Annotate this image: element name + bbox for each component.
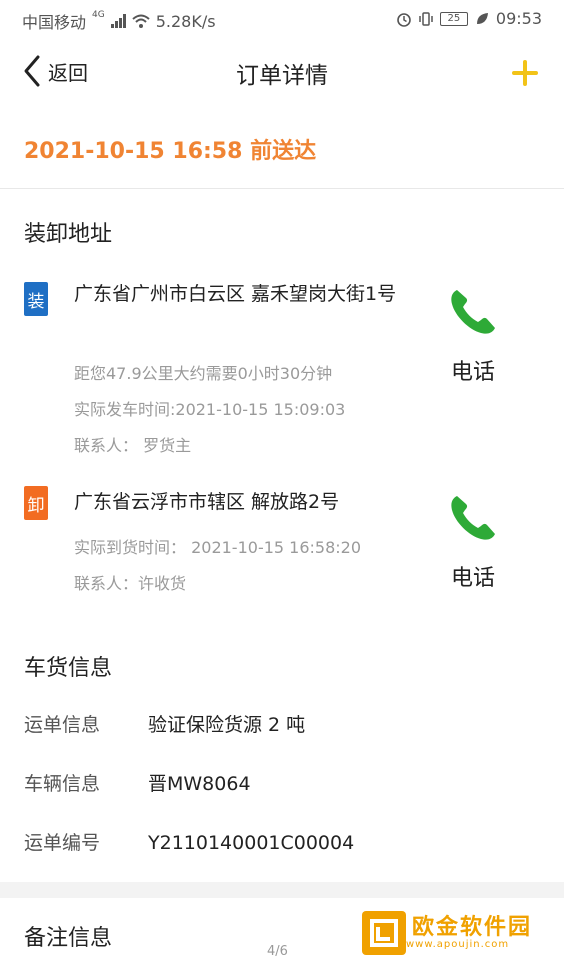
watermark-text: 欧金软件园 [412, 914, 533, 940]
load-distance: 距您47.9公里大约需要0小时30分钟 [74, 364, 333, 383]
clock-time: 09:53 [495, 9, 542, 28]
battery-icon: 25 [439, 11, 468, 26]
info-key: 运单编号 [24, 832, 101, 854]
unload-badge: 卸 [24, 486, 48, 520]
unload-arrive-time: 实际到货时间： 2021-10-15 16:58:20 [74, 538, 362, 557]
address-section-title: 装卸地址 [24, 222, 113, 247]
section-divider [0, 882, 564, 898]
signal-icon [110, 14, 126, 28]
leaf-icon [476, 12, 488, 24]
nav-bar: 返回 订单详情 [0, 44, 564, 100]
info-value: 晋MW8064 [148, 773, 251, 795]
alarm-icon [397, 12, 411, 27]
load-badge: 装 [24, 282, 48, 316]
info-row-vehicle: 车辆信息 晋MW8064 [24, 769, 251, 796]
info-value: 验证保险货源 2 吨 [148, 714, 306, 736]
info-key: 车辆信息 [24, 773, 101, 795]
phone-icon [451, 290, 495, 334]
call-unload-label: 电话 [450, 566, 495, 591]
plus-icon[interactable] [512, 60, 538, 86]
load-depart-time: 实际发车时间:2021-10-15 15:09:03 [74, 400, 346, 419]
info-key: 运单信息 [24, 714, 101, 736]
call-unload-button[interactable]: 电话 [440, 490, 506, 592]
info-row-waybill: 运单信息 验证保险货源 2 吨 [24, 710, 305, 737]
call-load-label: 电话 [450, 360, 495, 385]
vibrate-icon [419, 11, 433, 26]
deadline-datetime: 2021-10-15 16:58 [24, 139, 243, 164]
divider [0, 188, 564, 189]
cargo-section-title: 车货信息 [24, 656, 113, 681]
info-row-waybill-number: 运单编号 Y2110140001C00004 [24, 828, 354, 855]
phone-icon [451, 496, 495, 540]
wifi-icon [132, 14, 150, 28]
delivery-deadline: 2021-10-15 16:58 前送达 [24, 133, 316, 165]
watermark: 欧金软件园 www.apoujin.com [362, 908, 562, 958]
watermark-sub: www.apoujin.com [406, 938, 510, 950]
load-address: 广东省广州市白云区 嘉禾望岗大街1号 [74, 283, 397, 305]
carrier-name: 中国移动 [22, 13, 87, 32]
call-load-button[interactable]: 电话 [440, 284, 506, 386]
network-speed: 5.28K/s [155, 11, 216, 31]
page-title: 订单详情 [236, 63, 328, 89]
watermark-logo-icon [362, 911, 406, 955]
network-type: 4G [92, 10, 105, 20]
unload-contact: 联系人：许收货 [74, 574, 187, 593]
info-value: Y2110140001C00004 [148, 832, 355, 854]
deadline-suffix: 前送达 [250, 139, 317, 164]
page-indicator: 4/6 [267, 944, 288, 958]
remarks-section-title: 备注信息 [24, 926, 113, 951]
unload-address: 广东省云浮市市辖区 解放路2号 [74, 491, 340, 513]
load-contact: 联系人： 罗货主 [74, 436, 192, 455]
status-bar: 中国移动 4G 5.28K/s 25 09:53 [0, 0, 564, 38]
